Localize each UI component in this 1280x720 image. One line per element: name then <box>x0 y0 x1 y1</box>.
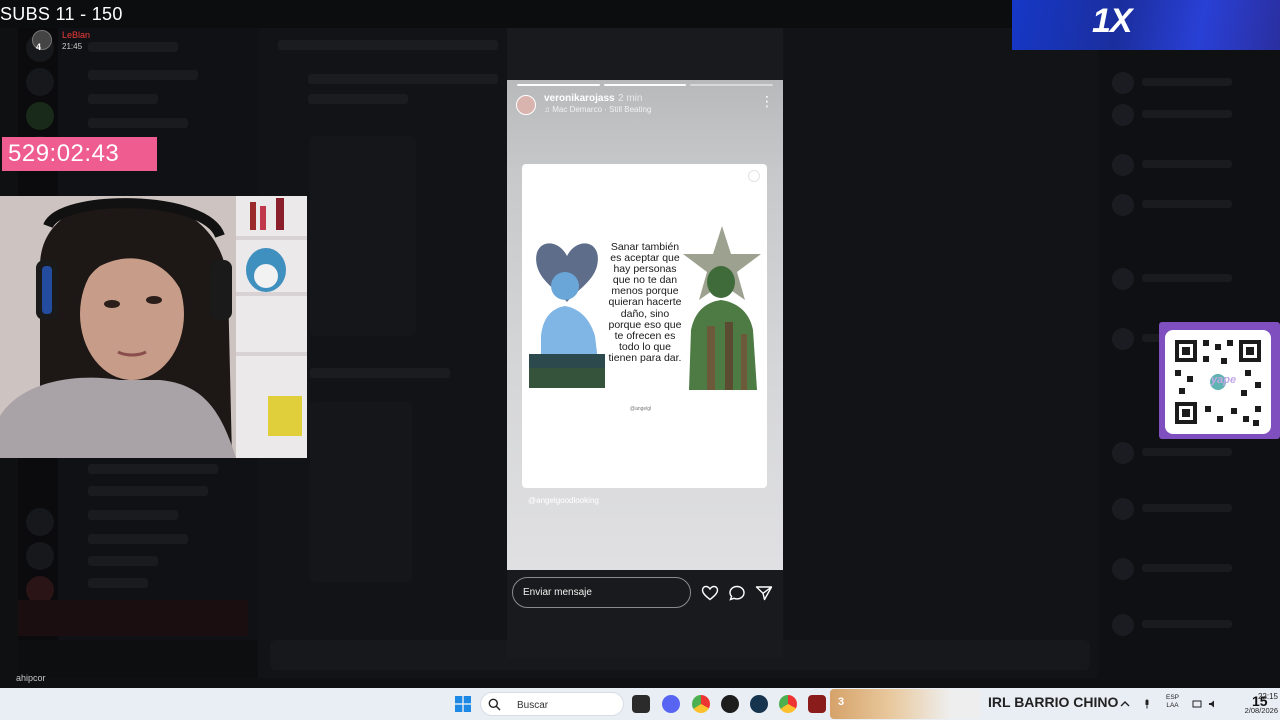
chat-image[interactable] <box>310 136 416 336</box>
post-corner-icon <box>748 170 760 182</box>
mention-sticker[interactable]: @angelgoodlooking <box>528 496 599 505</box>
progress-segment <box>517 84 600 86</box>
chat-message <box>308 94 408 104</box>
figure-star-illustration <box>683 226 761 390</box>
member-item[interactable] <box>1112 72 1262 94</box>
stream-location-banner: IRL BARRIO CHINO <box>988 694 1119 710</box>
chat-image[interactable] <box>310 402 412 582</box>
channel-item[interactable] <box>88 486 208 496</box>
chrome-icon-2[interactable] <box>779 695 797 713</box>
language-code: ESP <box>1166 694 1180 701</box>
volume-icon[interactable] <box>1208 699 1218 709</box>
stream-badge-count: 4 <box>36 42 42 52</box>
stream-alert-number: 15 <box>1252 693 1268 709</box>
member-item[interactable] <box>1112 154 1262 176</box>
member-item[interactable] <box>1112 558 1262 580</box>
voice-status-panel <box>18 600 248 636</box>
microphone-icon[interactable] <box>1142 699 1152 709</box>
task-view-icon[interactable] <box>632 695 650 713</box>
server-icon[interactable] <box>26 542 54 570</box>
channel-item[interactable] <box>88 510 178 520</box>
member-item[interactable] <box>1112 498 1262 520</box>
send-message-placeholder: Enviar mensaje <box>523 587 592 598</box>
stream-badge-avatar <box>32 30 52 50</box>
yape-qr-panel: yape <box>1159 322 1280 439</box>
send-message-input[interactable]: Enviar mensaje <box>512 577 691 608</box>
screen: veronikarojass 2 min ♫ Mac Demarco · Sti… <box>0 0 1280 720</box>
story-progress-bar <box>517 84 774 86</box>
qr-code: yape <box>1165 330 1271 434</box>
steam-icon[interactable] <box>750 695 768 713</box>
quote-credit: @angelgl <box>630 406 652 412</box>
search-icon <box>488 698 501 711</box>
server-icon[interactable] <box>26 508 54 536</box>
member-item[interactable] <box>1112 614 1262 636</box>
background-label: ahipcor <box>16 673 46 683</box>
figure-heart-illustration <box>529 243 605 388</box>
chat-header <box>278 40 498 50</box>
channel-item[interactable] <box>88 118 188 128</box>
chat-message <box>308 74 498 84</box>
webcam-feed <box>0 196 307 458</box>
story-username[interactable]: veronikarojass <box>544 93 615 104</box>
story-avatar[interactable] <box>516 95 536 115</box>
progress-segment <box>603 84 687 86</box>
stream-badge: 4 LeBlan 21:45 <box>28 30 128 56</box>
story-age: 2 min <box>618 93 643 104</box>
stream-badge-user: LeBlan <box>62 30 91 40</box>
progress-segment <box>690 84 774 86</box>
story-music-label[interactable]: ♫ Mac Demarco · Still Beating <box>544 105 651 114</box>
more-options-icon[interactable]: ⋮ <box>760 94 774 110</box>
channel-item[interactable] <box>88 70 198 80</box>
obs-icon[interactable] <box>721 695 739 713</box>
music-note-icon: ♫ <box>544 105 553 114</box>
taskbar-widget[interactable] <box>830 689 980 719</box>
stream-badge-time: 21:45 <box>62 42 83 51</box>
comment-icon[interactable] <box>728 585 746 601</box>
chat-message <box>310 368 450 378</box>
sponsor-logo: 1X <box>1092 2 1133 40</box>
member-item[interactable] <box>1112 194 1262 216</box>
sponsor-banner <box>1012 0 1280 50</box>
heart-icon[interactable] <box>701 585 719 601</box>
member-item[interactable] <box>1112 104 1262 126</box>
channel-item[interactable] <box>88 556 158 566</box>
stream-timer: 529:02:43 <box>2 137 157 171</box>
send-icon[interactable] <box>755 585 773 601</box>
chrome-icon[interactable] <box>692 695 710 713</box>
member-item[interactable] <box>1112 442 1262 464</box>
windows-logo-icon[interactable] <box>455 696 471 712</box>
language-layout: LAA <box>1166 702 1179 709</box>
user-panel <box>18 640 258 678</box>
server-icon[interactable] <box>26 68 54 96</box>
language-indicator[interactable]: ESP LAA <box>1166 694 1179 710</box>
instagram-story[interactable]: veronikarojass 2 min ♫ Mac Demarco · Sti… <box>507 80 783 570</box>
channel-item[interactable] <box>88 578 148 588</box>
discord-icon[interactable] <box>662 695 680 713</box>
subs-goal-counter: SUBS 11 - 150 <box>0 4 123 24</box>
widget-number: 3 <box>838 696 845 708</box>
channel-item[interactable] <box>88 464 218 474</box>
taskbar-search-placeholder: Buscar <box>517 700 549 711</box>
game-app-icon[interactable] <box>808 695 826 713</box>
taskbar-search[interactable]: Buscar <box>480 692 624 716</box>
network-icon[interactable] <box>1192 699 1202 709</box>
qr-brand-label: yape <box>1211 374 1237 386</box>
channel-item[interactable] <box>88 534 188 544</box>
member-item[interactable] <box>1112 268 1262 290</box>
shared-post-card[interactable]: Sanar también es aceptar que hay persona… <box>522 164 767 488</box>
server-icon[interactable] <box>26 102 54 130</box>
chevron-up-icon[interactable] <box>1120 699 1130 709</box>
quote-text: Sanar también es aceptar que hay persona… <box>608 241 682 364</box>
story-song-text: Mac Demarco · Still Beating <box>552 105 652 114</box>
channel-item[interactable] <box>88 94 158 104</box>
